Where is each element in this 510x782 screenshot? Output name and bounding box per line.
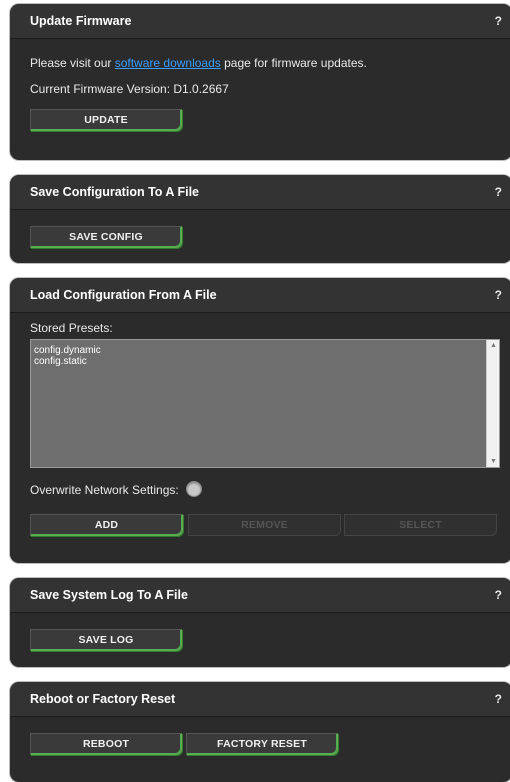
update-button[interactable]: UPDATE xyxy=(30,109,182,131)
factory-reset-button[interactable]: FACTORY RESET xyxy=(186,733,338,755)
help-icon[interactable]: ? xyxy=(495,692,502,706)
stored-presets-list[interactable]: config.dynamic config.static ▲ ▼ xyxy=(30,339,500,468)
scroll-down-icon[interactable]: ▼ xyxy=(490,458,497,465)
save-log-button[interactable]: SAVE LOG xyxy=(30,629,182,651)
help-icon[interactable]: ? xyxy=(495,288,502,302)
firmware-version-label: Current Firmware Version: xyxy=(30,82,174,96)
remove-button[interactable]: REMOVE xyxy=(188,514,341,536)
overwrite-network-label: Overwrite Network Settings: xyxy=(30,483,179,497)
add-button[interactable]: ADD xyxy=(30,514,183,536)
list-item[interactable]: config.dynamic xyxy=(34,345,499,356)
help-icon[interactable]: ? xyxy=(495,588,502,602)
panel-title: Reboot or Factory Reset xyxy=(30,692,176,706)
software-downloads-link[interactable]: software downloads xyxy=(115,56,221,70)
help-icon[interactable]: ? xyxy=(495,14,502,28)
save-log-panel: Save System Log To A File ? SAVE LOG xyxy=(10,578,510,667)
list-item[interactable]: config.static xyxy=(34,356,499,367)
visit-prefix: Please visit our xyxy=(30,56,115,70)
load-config-panel: Load Configuration From A File ? Stored … xyxy=(10,278,510,563)
visit-suffix: page for firmware updates. xyxy=(220,56,367,70)
save-log-header: Save System Log To A File ? xyxy=(10,578,510,613)
firmware-version: Current Firmware Version: D1.0.2667 xyxy=(30,82,229,96)
panel-title: Save System Log To A File xyxy=(30,588,188,602)
overwrite-network-toggle[interactable] xyxy=(186,481,202,497)
save-config-header: Save Configuration To A File ? xyxy=(10,175,510,210)
firmware-version-value: D1.0.2667 xyxy=(173,82,229,96)
reboot-button[interactable]: REBOOT xyxy=(30,733,182,755)
preset-items: config.dynamic config.static xyxy=(31,340,499,367)
reboot-header: Reboot or Factory Reset ? xyxy=(10,682,510,717)
help-icon[interactable]: ? xyxy=(495,185,502,199)
load-config-header: Load Configuration From A File ? xyxy=(10,278,510,313)
update-firmware-panel: Update Firmware ? Please visit our softw… xyxy=(10,4,510,160)
panel-title: Save Configuration To A File xyxy=(30,185,199,199)
reboot-panel: Reboot or Factory Reset ? REBOOT FACTORY… xyxy=(10,682,510,782)
scroll-up-icon[interactable]: ▲ xyxy=(490,342,497,349)
firmware-visit-text: Please visit our software downloads page… xyxy=(30,56,367,70)
presets-scrollbar[interactable]: ▲ ▼ xyxy=(486,340,499,467)
panel-title: Update Firmware xyxy=(30,14,132,28)
panel-title: Load Configuration From A File xyxy=(30,288,217,302)
select-button[interactable]: SELECT xyxy=(344,514,497,536)
stored-presets-label: Stored Presets: xyxy=(30,321,113,335)
save-config-button[interactable]: SAVE CONFIG xyxy=(30,226,182,248)
save-config-panel: Save Configuration To A File ? SAVE CONF… xyxy=(10,175,510,263)
update-firmware-header: Update Firmware ? xyxy=(10,4,510,39)
